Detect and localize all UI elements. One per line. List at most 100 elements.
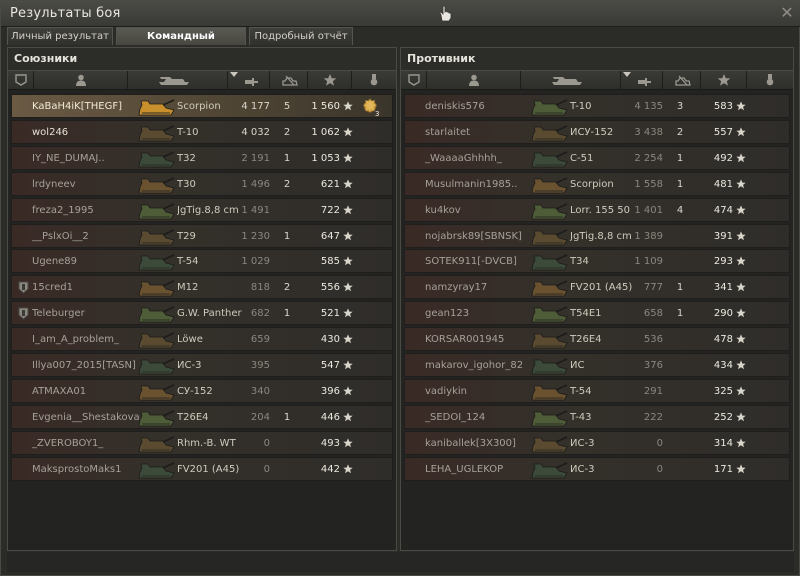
vehicle-name: JgTig.8,8 cm <box>570 230 632 242</box>
window-title: Результаты боя <box>10 6 121 21</box>
col-medal[interactable] <box>352 71 396 90</box>
enemies-header: Противник <box>401 48 793 70</box>
player-row[interactable]: gean123 T54E1 658 1 290 <box>404 301 790 326</box>
col-squad[interactable] <box>401 71 427 90</box>
player-name[interactable]: __PslxOi__2 <box>32 225 150 249</box>
player-name[interactable]: IY_NE_DUMAJ.. <box>32 147 150 171</box>
player-row[interactable]: MaksprostoMaks1 FV201 (A45) 0 442 <box>11 456 393 482</box>
star-icon <box>736 179 746 188</box>
vehicle-name: T30 <box>177 178 196 190</box>
player-row[interactable]: IY_NE_DUMAJ.. T32 2 191 1 1 053 <box>11 145 393 171</box>
player-name[interactable]: namzyray17 <box>425 276 543 300</box>
player-row[interactable]: I_am_A_problem_ Löwe 659 430 <box>11 327 393 352</box>
col-vehicle[interactable] <box>128 71 228 90</box>
tank-icon <box>138 358 175 375</box>
player-row[interactable]: lrdyneev T30 1 496 2 621 <box>11 171 393 197</box>
player-name[interactable]: Evgenia__Shestakova <box>32 406 150 430</box>
player-row[interactable]: starlaitet ИСУ-152 3 438 2 557 <box>404 119 790 145</box>
player-row[interactable]: Ugene89 T-54 1 029 585 <box>11 249 393 274</box>
player-name[interactable]: Musulmanin1985.. <box>425 173 543 197</box>
player-row[interactable]: Teleburger G.W. Panther 682 1 521 <box>11 301 393 326</box>
player-name[interactable]: _ZVEROBOY1_ <box>32 432 150 456</box>
player-name[interactable]: freza2_1995 <box>32 199 150 223</box>
col-kills[interactable] <box>663 71 701 90</box>
player-name[interactable]: deniskis576 <box>425 95 543 119</box>
player-row[interactable]: deniskis576 T-10 4 135 3 583 <box>404 94 790 118</box>
player-name[interactable]: gean123 <box>425 302 543 326</box>
player-row[interactable]: Illya007_2015[TASN] ИС-3 395 547 <box>11 353 393 377</box>
xp-value: 293 <box>713 256 733 268</box>
player-name[interactable]: wol246 <box>32 121 150 145</box>
player-name[interactable]: MaksprostoMaks1 <box>32 458 150 482</box>
player-row[interactable]: 15cred1 M12 818 2 556 <box>11 275 393 300</box>
star-icon <box>343 386 353 396</box>
star-icon <box>736 153 746 163</box>
star-icon <box>736 101 746 111</box>
player-name[interactable]: _SEDOI_124 <box>425 406 543 430</box>
player-name[interactable]: Ugene89 <box>32 250 150 274</box>
player-name[interactable]: SOTEK911[-DVCB] <box>425 250 543 274</box>
player-row[interactable]: ku4kov Lorr. 155 50 1 401 4 474 <box>404 197 790 223</box>
vehicle-name: JgTig.8,8 cm <box>177 204 239 216</box>
player-row[interactable]: ATMAXA01 СУ-152 340 396 <box>11 378 393 404</box>
player-row[interactable]: KaBaH4iK[THEGF] Scorpion 4 177 5 1 560 3 <box>11 94 393 118</box>
player-row[interactable]: freza2_1995 JgTig.8,8 cm 1 491 722 <box>11 197 393 223</box>
player-row[interactable]: kaniballek[3X300] ИС-3 0 314 <box>404 430 790 456</box>
player-row[interactable]: makarov_igohor_82 ИС 376 434 <box>404 353 790 377</box>
player-name[interactable]: Teleburger <box>32 302 150 326</box>
player-row[interactable]: vadiykin T-54 291 325 <box>404 378 790 404</box>
player-row[interactable]: KORSAR001945 T26E4 536 478 <box>404 327 790 352</box>
player-row[interactable]: _WaaaaGhhhh_ С-51 2 254 1 492 <box>404 145 790 171</box>
tank-icon <box>531 461 568 478</box>
player-row[interactable]: _SEDOI_124 T-43 222 252 <box>404 404 790 430</box>
player-name[interactable]: makarov_igohor_82 <box>425 354 543 378</box>
player-name[interactable]: nojabrsk89[SBNSK] <box>425 225 543 249</box>
col-damage[interactable] <box>228 71 270 90</box>
col-xp[interactable] <box>308 71 352 90</box>
vehicle-name: ИС <box>570 360 585 371</box>
title-bar[interactable]: Результаты боя ✕ <box>1 1 800 27</box>
kills-value: 4 <box>676 204 684 216</box>
player-name[interactable]: ku4kov <box>425 199 543 223</box>
player-row[interactable]: nojabrsk89[SBNSK] JgTig.8,8 cm 1 389 391 <box>404 223 790 249</box>
player-row[interactable]: LEHA_UGLEKOP ИС-3 0 171 <box>404 456 790 482</box>
player-row[interactable]: SOTEK911[-DVCB] T34 1 109 293 <box>404 249 790 274</box>
player-row[interactable]: __PslxOi__2 T29 1 230 1 647 <box>11 223 393 249</box>
col-medal[interactable] <box>747 71 793 90</box>
player-row[interactable]: wol246 T-10 4 032 2 1 062 <box>11 119 393 145</box>
player-name[interactable]: Illya007_2015[TASN] <box>32 354 150 378</box>
medal-column-icon <box>370 74 378 86</box>
col-damage[interactable] <box>621 71 663 90</box>
col-kills[interactable] <box>270 71 308 90</box>
player-row[interactable]: Evgenia__Shestakova T26E4 204 1 446 <box>11 404 393 430</box>
player-name[interactable]: KORSAR001945 <box>425 328 543 352</box>
col-player[interactable] <box>427 71 521 90</box>
player-name[interactable]: I_am_A_problem_ <box>32 328 150 352</box>
close-icon[interactable]: ✕ <box>778 4 796 22</box>
player-row[interactable]: namzyray17 FV201 (A45) 777 1 341 <box>404 275 790 300</box>
player-name[interactable]: 15cred1 <box>32 276 150 300</box>
player-name[interactable]: LEHA_UGLEKOP <box>425 458 543 482</box>
damage-value: 1 109 <box>634 256 663 268</box>
tab-team-result[interactable]: Командный результат <box>116 27 246 60</box>
player-name[interactable]: KaBaH4iK[THEGF] <box>32 95 150 119</box>
col-player[interactable] <box>34 71 128 90</box>
player-name[interactable]: lrdyneev <box>32 173 150 197</box>
col-vehicle[interactable] <box>521 71 621 90</box>
player-name[interactable]: kaniballek[3X300] <box>425 432 543 456</box>
medal-icon[interactable]: 3 <box>360 96 382 118</box>
player-name[interactable]: starlaitet <box>425 121 543 145</box>
player-row[interactable]: _ZVEROBOY1_ Rhm.-B. WT 0 493 <box>11 430 393 456</box>
col-squad[interactable] <box>8 71 34 90</box>
tab-personal-result[interactable]: Личный результат <box>7 27 113 45</box>
player-name[interactable]: vadiykin <box>425 380 543 404</box>
col-xp[interactable] <box>701 71 747 90</box>
player-name[interactable]: _WaaaaGhhhh_ <box>425 147 543 171</box>
vehicle-name: T-54 <box>177 256 199 268</box>
sort-desc-icon <box>230 72 238 77</box>
player-row[interactable]: Musulmanin1985.. Scorpion 1 558 1 481 <box>404 171 790 197</box>
tab-detailed-report[interactable]: Подробный отчёт <box>249 27 353 45</box>
player-name[interactable]: ATMAXA01 <box>32 380 150 404</box>
xp-value: 1 560 <box>311 101 340 112</box>
kills-value: 2 <box>283 282 291 294</box>
